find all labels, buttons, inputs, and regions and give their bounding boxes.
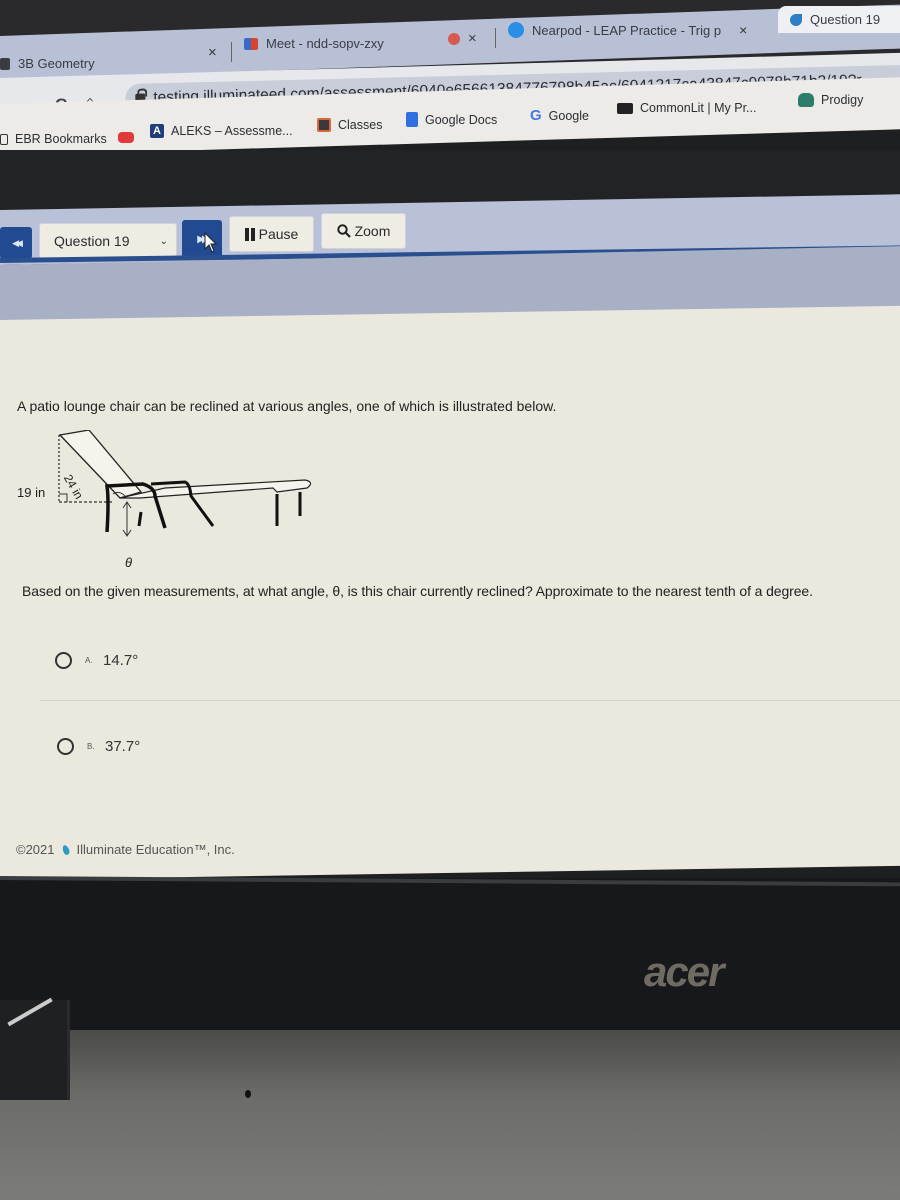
pause-button[interactable]: Pause: [229, 216, 314, 252]
tab-question-19[interactable]: Question 19: [778, 6, 900, 33]
choice-divider: [40, 700, 900, 701]
angle-theta-label: θ: [125, 555, 133, 570]
illuminate-logo-icon: [60, 843, 71, 856]
radio-button[interactable]: [57, 738, 74, 755]
prodigy-icon: [798, 93, 814, 107]
bookmark-prodigy[interactable]: Prodigy: [798, 93, 863, 107]
classes-icon: [317, 118, 331, 132]
lounge-chair-figure: 19 in 24 in θ: [15, 429, 315, 570]
zoom-button[interactable]: Zoom: [321, 213, 406, 249]
height-label: 19 in: [17, 485, 46, 500]
tab-3b-geometry[interactable]: 3B Geometry: [0, 56, 95, 71]
tab-separator: [231, 42, 232, 62]
bookmark-aleks[interactable]: A ALEKS – Assessme...: [150, 124, 293, 138]
question-stem: A patio lounge chair can be reclined at …: [17, 398, 557, 414]
question-select[interactable]: Question 19 ⌄: [39, 223, 177, 259]
answer-choice-a[interactable]: A. 14.7°: [55, 652, 138, 669]
chevron-down-icon: ⌄: [159, 235, 168, 247]
tab-recording[interactable]: ×: [448, 30, 477, 47]
pause-icon: [244, 227, 255, 241]
tab-separator: [495, 28, 496, 48]
tab-close-icon[interactable]: ×: [208, 44, 217, 61]
nearpod-icon: [508, 22, 524, 38]
acer-logo: acer: [644, 948, 724, 995]
meet-icon: [244, 37, 258, 50]
classroom-icon: [0, 57, 10, 70]
folder-icon: [0, 133, 8, 145]
bookmark-commonlit[interactable]: CommonLit | My Pr...: [617, 101, 756, 115]
rewind-icon: ◀◀: [12, 237, 23, 248]
illuminate-icon: [790, 13, 802, 26]
google-icon: G: [530, 107, 542, 124]
tab-meet[interactable]: Meet - ndd-sopv-zxy: [244, 36, 384, 51]
laptop-hinge: [0, 1000, 70, 1100]
bookmark-youtube[interactable]: [118, 132, 134, 143]
deck-hole: [245, 1090, 251, 1098]
bookmark-google[interactable]: G Google: [530, 107, 589, 124]
search-icon: [336, 224, 351, 238]
commonlit-icon: [617, 102, 633, 114]
docs-icon: [406, 112, 418, 127]
lounge-chair-diagram: [58, 429, 312, 537]
copyright-text: ©2021: [16, 842, 55, 857]
answer-choice-b[interactable]: B. 37.7°: [57, 738, 140, 755]
previous-question-button[interactable]: ◀◀: [0, 227, 32, 259]
bookmark-classes[interactable]: Classes: [317, 118, 382, 132]
bookmark-ebr-bookmarks[interactable]: EBR Bookmarks: [0, 132, 107, 146]
aleks-icon: A: [150, 124, 164, 138]
laptop-bezel: [0, 878, 900, 1038]
company-name: Illuminate Education™, Inc.: [76, 842, 235, 857]
question-prompt: Based on the given measurements, at what…: [22, 583, 813, 599]
record-icon: [448, 32, 460, 45]
radio-button[interactable]: [55, 652, 72, 669]
mouse-cursor-icon: [204, 232, 218, 253]
tab-close-icon[interactable]: ×: [468, 30, 477, 47]
tab-nearpod[interactable]: Nearpod - LEAP Practice - Trig p ×: [508, 22, 747, 38]
laptop-deck: [0, 1030, 900, 1200]
page-footer: ©2021 Illuminate Education™, Inc.: [16, 842, 235, 857]
youtube-icon: [118, 132, 134, 143]
bookmark-google-docs[interactable]: Google Docs: [406, 112, 497, 127]
tab-close-icon[interactable]: ×: [739, 22, 747, 38]
photo-of-laptop-screen: 3B Geometry × Meet - ndd-sopv-zxy × Near…: [0, 0, 900, 1200]
